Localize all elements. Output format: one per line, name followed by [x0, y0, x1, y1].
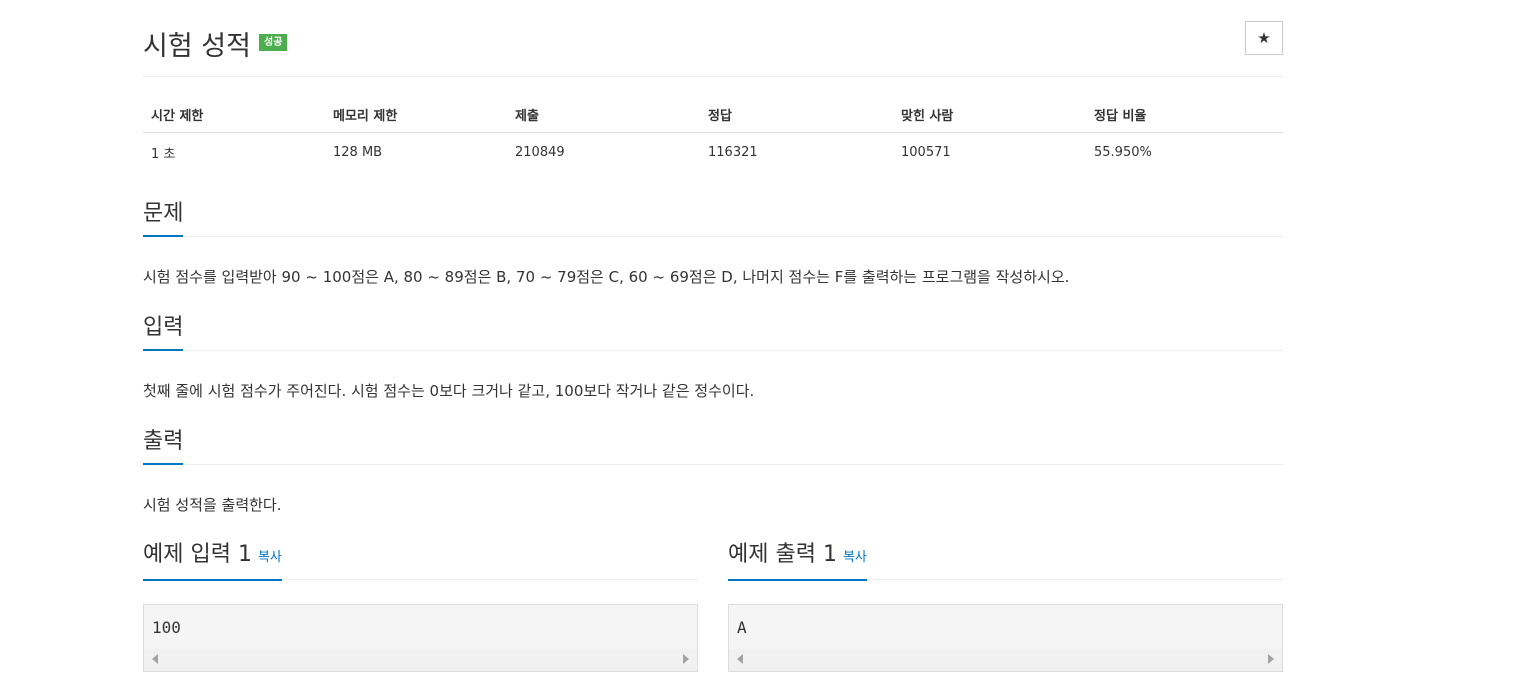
description-heading: 문제: [143, 200, 184, 237]
header-time-limit: 시간 제한: [143, 96, 325, 133]
scroll-left-icon[interactable]: [152, 654, 158, 664]
description-text: 시험 점수를 입력받아 90 ~ 100점은 A, 80 ~ 89점은 B, 7…: [143, 268, 1070, 286]
description-section-header: 문제: [143, 200, 1283, 237]
sample-input-box: 100: [143, 604, 698, 672]
accept-ratio-value: 55.950%: [1094, 145, 1152, 160]
input-heading: 입력: [143, 314, 184, 351]
horizontal-scrollbar[interactable]: [729, 649, 1282, 671]
sample-output-title: 예제 출력 1: [728, 542, 837, 567]
sample-output-header: 예제 출력 1 복사: [728, 538, 1283, 581]
output-heading: 출력: [143, 428, 184, 465]
status-badge: 성공: [259, 34, 288, 51]
copy-input-button[interactable]: 복사: [258, 550, 282, 565]
problem-info-table: 시간 제한 메모리 제한 제출 정답 맞힌 사람 정답 비율 1 초 128 M…: [143, 96, 1283, 172]
header-accept-ratio: 정답 비율: [1086, 96, 1283, 133]
input-text: 첫째 줄에 시험 점수가 주어진다. 시험 점수는 0보다 크거나 같고, 10…: [143, 382, 755, 400]
scroll-left-icon[interactable]: [737, 654, 743, 664]
table-header-row: 시간 제한 메모리 제한 제출 정답 맞힌 사람 정답 비율: [143, 96, 1283, 133]
horizontal-scrollbar[interactable]: [144, 649, 697, 671]
submissions-value: 210849: [515, 145, 565, 160]
header-submissions: 제출: [507, 96, 700, 133]
scroll-right-icon[interactable]: [1268, 654, 1274, 664]
sample-input-heading: 예제 입력 1 복사: [143, 541, 282, 581]
sample-input-panel: 예제 입력 1 복사 100: [143, 538, 698, 672]
input-section-header: 입력: [143, 314, 1283, 351]
scroll-right-icon[interactable]: [683, 654, 689, 664]
star-icon: ★: [1257, 29, 1271, 47]
time-limit-value: 1 초: [151, 147, 176, 162]
sample-output-content: A: [737, 618, 747, 637]
copy-output-button[interactable]: 복사: [843, 550, 867, 565]
sample-input-header: 예제 입력 1 복사: [143, 538, 698, 581]
header-memory-limit: 메모리 제한: [325, 96, 507, 133]
title-divider: [143, 76, 1283, 77]
page-title: 시험 성적: [143, 31, 251, 62]
output-section-header: 출력: [143, 428, 1283, 465]
accepted-value: 116321: [708, 145, 758, 160]
memory-limit-value: 128 MB: [333, 145, 383, 160]
solved-users-value: 100571: [901, 145, 951, 160]
problem-header: 시험 성적 성공 ★: [143, 18, 1283, 74]
sample-output-box: A: [728, 604, 1283, 672]
header-solved-users: 맞힌 사람: [893, 96, 1086, 133]
favorite-button[interactable]: ★: [1245, 21, 1283, 55]
sample-input-title: 예제 입력 1: [143, 542, 252, 567]
sample-output-panel: 예제 출력 1 복사 A: [728, 538, 1283, 672]
table-row: 1 초 128 MB 210849 116321 100571 55.950%: [143, 133, 1283, 173]
sample-output-heading: 예제 출력 1 복사: [728, 541, 867, 581]
output-text: 시험 성적을 출력한다.: [143, 496, 282, 514]
header-accepted: 정답: [700, 96, 893, 133]
sample-input-content: 100: [152, 618, 181, 637]
